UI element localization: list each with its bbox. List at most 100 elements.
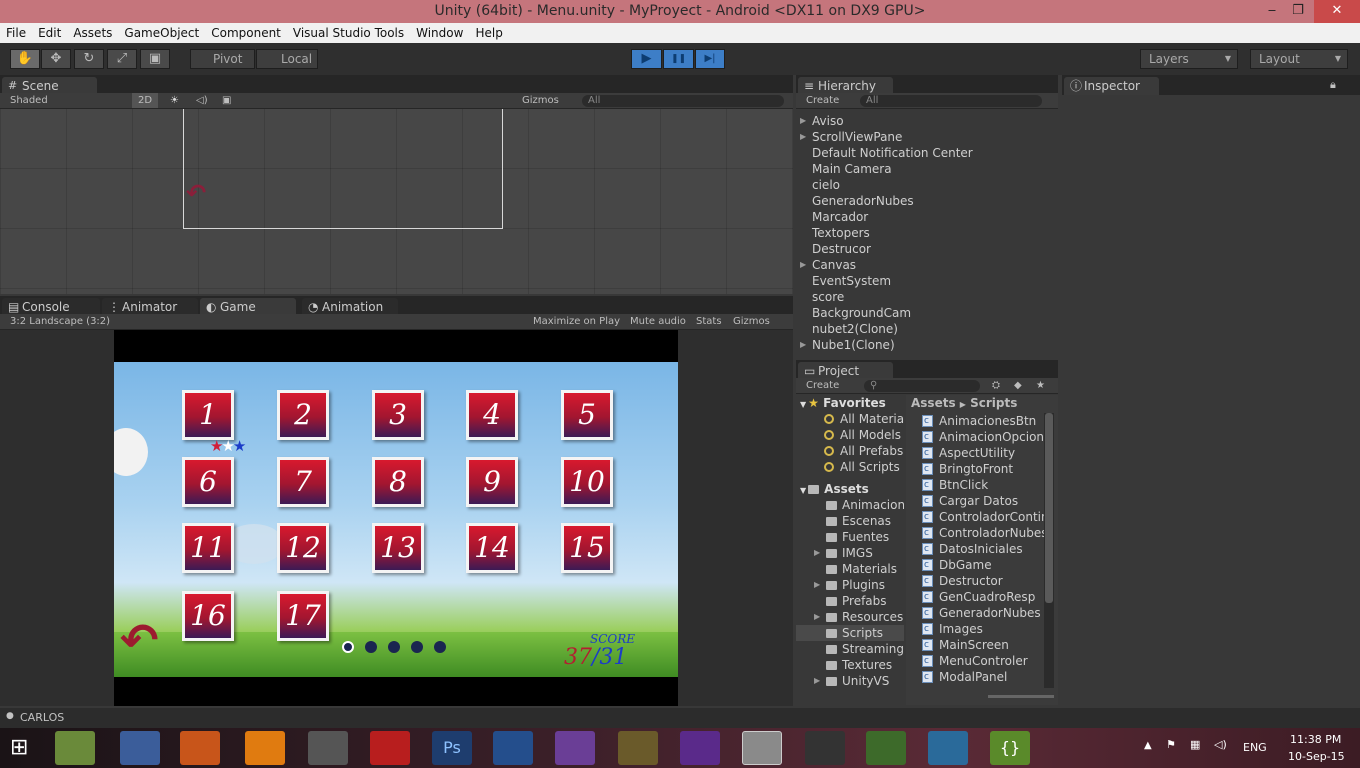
hierarchy-item[interactable]: BackgroundCam <box>796 305 1058 321</box>
script-item[interactable]: BringtoFront <box>922 461 1044 477</box>
local-toggle[interactable]: Local <box>256 49 318 69</box>
level-tile-button[interactable]: 6 <box>182 457 234 507</box>
menu-component[interactable]: Component <box>205 23 287 43</box>
pivot-toggle[interactable]: Pivot <box>190 49 255 69</box>
play-button[interactable]: ▶ <box>631 49 662 69</box>
folder-item[interactable]: Textures <box>796 657 904 673</box>
script-item[interactable]: ModalPanel <box>922 669 1044 685</box>
mute-audio-toggle[interactable]: Mute audio <box>630 314 686 329</box>
folder-item[interactable]: Materials <box>796 561 904 577</box>
assets-header[interactable]: ▼ Assets <box>796 481 904 497</box>
back-arrow-icon[interactable]: ↶ <box>120 617 159 663</box>
vlc-icon[interactable] <box>245 731 285 765</box>
level-tile-button[interactable]: 7 <box>277 457 329 507</box>
script-item[interactable]: MainScreen <box>922 637 1044 653</box>
script-item[interactable]: DatosIniciales <box>922 541 1044 557</box>
lighting-icon[interactable]: ☀ <box>170 93 179 108</box>
flag-icon[interactable]: ⚑ <box>1166 738 1176 751</box>
menu-assets[interactable]: Assets <box>67 23 118 43</box>
hierarchy-item[interactable]: Textopers <box>796 225 1058 241</box>
hierarchy-create-button[interactable]: Create <box>806 93 839 108</box>
menu-file[interactable]: File <box>0 23 32 43</box>
favorites-header[interactable]: ▼ ★ Favorites <box>796 395 904 411</box>
expand-icon[interactable]: ▶ <box>814 577 820 593</box>
tray-expand-icon[interactable]: ▲ <box>1144 740 1152 751</box>
aspect-dropdown[interactable]: 3:2 Landscape (3:2) <box>10 314 110 329</box>
shading-dropdown[interactable]: Shaded <box>10 93 48 108</box>
label-icon[interactable]: ◆ <box>1014 378 1022 393</box>
clock-date[interactable]: 10-Sep-15 <box>1288 750 1345 763</box>
layout-dropdown[interactable]: Layout ▼ <box>1250 49 1348 69</box>
hierarchy-item[interactable]: Main Camera <box>796 161 1058 177</box>
menu-vs-tools[interactable]: Visual Studio Tools <box>287 23 410 43</box>
rotate-tool-icon[interactable]: ↻ <box>74 49 104 69</box>
close-button[interactable]: ✕ <box>1314 0 1360 23</box>
favorite-icon[interactable]: ★ <box>1036 378 1045 393</box>
app-icon[interactable] <box>120 731 160 765</box>
rect-tool-icon[interactable]: ▣ <box>140 49 170 69</box>
android-icon[interactable] <box>866 731 906 765</box>
language-indicator[interactable]: ENG <box>1243 741 1267 754</box>
favorite-item[interactable]: All Material <box>796 411 904 427</box>
folder-item[interactable]: Animacione <box>796 497 904 513</box>
photoshop-icon[interactable]: Ps <box>432 731 472 765</box>
folder-item[interactable]: ▶ UnityVS <box>796 673 904 689</box>
menu-edit[interactable]: Edit <box>32 23 67 43</box>
media-player-icon[interactable] <box>308 731 348 765</box>
favorite-item[interactable]: All Scripts <box>796 459 904 475</box>
favorite-item[interactable]: All Prefabs <box>796 443 904 459</box>
level-tile-button[interactable]: 3 <box>372 390 424 440</box>
audio-icon[interactable]: ◁) <box>196 93 208 108</box>
breadcrumb-assets[interactable]: Assets <box>911 396 956 410</box>
level-tile-button[interactable]: 10 <box>561 457 613 507</box>
script-item[interactable]: BtnClick <box>922 477 1044 493</box>
folder-item[interactable]: StreamingA <box>796 641 904 657</box>
bluestacks-icon[interactable] <box>928 731 968 765</box>
menu-help[interactable]: Help <box>469 23 508 43</box>
hierarchy-search-input[interactable]: All <box>860 95 1042 107</box>
expand-icon[interactable]: ▶ <box>814 545 820 561</box>
script-item[interactable]: AnimacionesBtn <box>922 413 1044 429</box>
hierarchy-item[interactable]: cielo <box>796 177 1058 193</box>
hand-tool-icon[interactable]: ✋ <box>10 49 40 69</box>
network-icon[interactable]: ▦ <box>1190 738 1200 751</box>
script-item[interactable]: Cargar Datos <box>922 493 1044 509</box>
firefox-icon[interactable] <box>180 731 220 765</box>
scrollbar-thumb[interactable] <box>1045 413 1053 603</box>
menu-gameobject[interactable]: GameObject <box>118 23 205 43</box>
level-tile-button[interactable]: 11 <box>182 523 234 573</box>
maximize-on-play-toggle[interactable]: Maximize on Play <box>533 314 620 329</box>
page-dot[interactable] <box>434 641 446 653</box>
hierarchy-item[interactable]: GeneradorNubes <box>796 193 1058 209</box>
step-button[interactable]: ▶| <box>695 49 725 69</box>
breadcrumb-scripts[interactable]: Scripts <box>970 396 1017 410</box>
filter-type-icon[interactable]: ⛭ <box>992 378 1000 393</box>
page-dot[interactable] <box>365 641 377 653</box>
level-tile-button[interactable]: 12 <box>277 523 329 573</box>
gizmos-dropdown[interactable]: Gizmos <box>522 93 559 108</box>
script-item[interactable]: AspectUtility <box>922 445 1044 461</box>
level-tile-button[interactable]: 15 <box>561 523 613 573</box>
favorite-item[interactable]: All Models <box>796 427 904 443</box>
script-item[interactable]: ControladorNubes <box>922 525 1044 541</box>
script-item[interactable]: ControladorContin <box>922 509 1044 525</box>
script-item[interactable]: DbGame <box>922 557 1044 573</box>
app-icon[interactable] <box>370 731 410 765</box>
project-search-input[interactable]: ⚲ <box>864 380 980 392</box>
move-tool-icon[interactable]: ✥ <box>41 49 71 69</box>
scale-tool-icon[interactable]: ⤢ <box>107 49 137 69</box>
script-item[interactable]: GenCuadroResp <box>922 589 1044 605</box>
level-tile-button[interactable]: 16 <box>182 591 234 641</box>
explorer-icon[interactable] <box>55 731 95 765</box>
expand-icon[interactable]: ▶ <box>814 609 820 625</box>
stats-toggle[interactable]: Stats <box>696 314 722 329</box>
hierarchy-item[interactable]: Marcador <box>796 209 1058 225</box>
level-tile-button[interactable]: 14 <box>466 523 518 573</box>
script-item[interactable]: Images <box>922 621 1044 637</box>
visual-studio-icon[interactable] <box>680 731 720 765</box>
page-dot-active[interactable] <box>342 641 354 653</box>
pause-button[interactable]: ❚❚ <box>663 49 694 69</box>
level-tile-button[interactable]: 4 <box>466 390 518 440</box>
folder-item[interactable]: Scripts <box>796 625 904 641</box>
level-tile-button[interactable]: 13 <box>372 523 424 573</box>
